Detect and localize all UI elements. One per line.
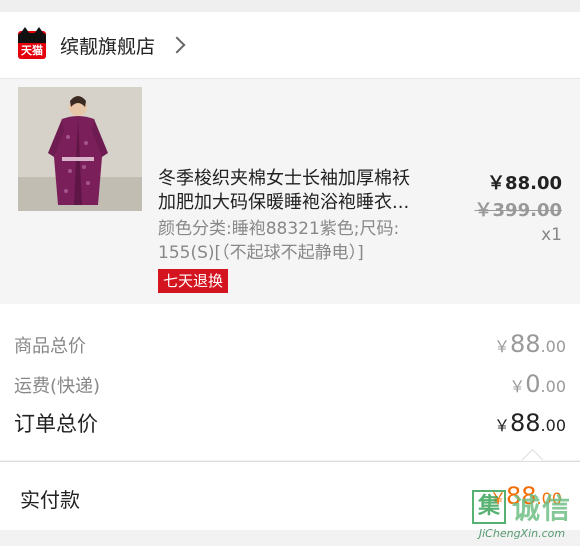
sku-line1: 颜色分类:睡袍88321紫色;尺码:	[158, 219, 400, 239]
order-total-row: 订单总价 ￥88.00	[14, 408, 566, 438]
quantity: x1	[541, 225, 562, 245]
seven-day-return-badge: 七天退换	[158, 269, 229, 293]
original-price: ￥399.00	[474, 200, 562, 221]
shop-header[interactable]: 天猫 缤靓旗舰店	[0, 12, 580, 79]
watermark-site: JiChengXin.com	[478, 527, 566, 540]
shipping-value: ￥0.00	[509, 370, 566, 398]
watermark-box-char: 集	[471, 490, 506, 524]
tmall-logo-text: 天猫	[21, 44, 43, 57]
order-total-value: ￥88.00	[493, 409, 566, 437]
goods-total-label: 商品总价	[14, 336, 86, 357]
watermark-word: 诚信	[511, 492, 572, 525]
shipping-label: 运费(快递)	[14, 376, 101, 397]
watermark: 集 诚信 JiChengXin.com	[471, 487, 572, 540]
top-spacer	[0, 0, 580, 12]
chevron-right-icon[interactable]	[168, 36, 186, 54]
shipping-row: 运费(快递) ￥0.00	[14, 370, 566, 398]
order-total-label: 订单总价	[14, 412, 98, 436]
order-item[interactable]: 冬季梭织夹棉女士长袖加厚棉袄 加肥加大码保暖睡袍浴袍睡衣... 颜色分类:睡袍8…	[0, 79, 580, 368]
product-sku: 颜色分类:睡袍88321紫色;尺码: 155(S)[（不起球不起静电）]	[158, 217, 458, 265]
product-title-line1: 冬季梭织夹棉女士长袖加厚棉袄	[158, 168, 410, 189]
sku-line2: 155(S)[（不起球不起静电）]	[158, 243, 364, 263]
actual-payment-label: 实付款	[20, 488, 80, 512]
goods-total-row: 商品总价 ￥88.00	[14, 330, 566, 358]
shop-name[interactable]: 缤靓旗舰店	[60, 32, 155, 59]
product-title[interactable]: 冬季梭织夹棉女士长袖加厚棉袄 加肥加大码保暖睡袍浴袍睡衣...	[158, 167, 448, 215]
unit-price: ￥88.00	[487, 173, 562, 194]
product-title-line2: 加肥加大码保暖睡袍浴袍睡衣...	[158, 192, 410, 213]
goods-total-value: ￥88.00	[493, 330, 566, 358]
product-thumbnail[interactable]	[18, 87, 142, 211]
price-summary: 商品总价 ￥88.00 运费(快递) ￥0.00 订单总价 ￥88.00	[0, 304, 580, 460]
tmall-logo-icon: 天猫	[18, 27, 46, 59]
